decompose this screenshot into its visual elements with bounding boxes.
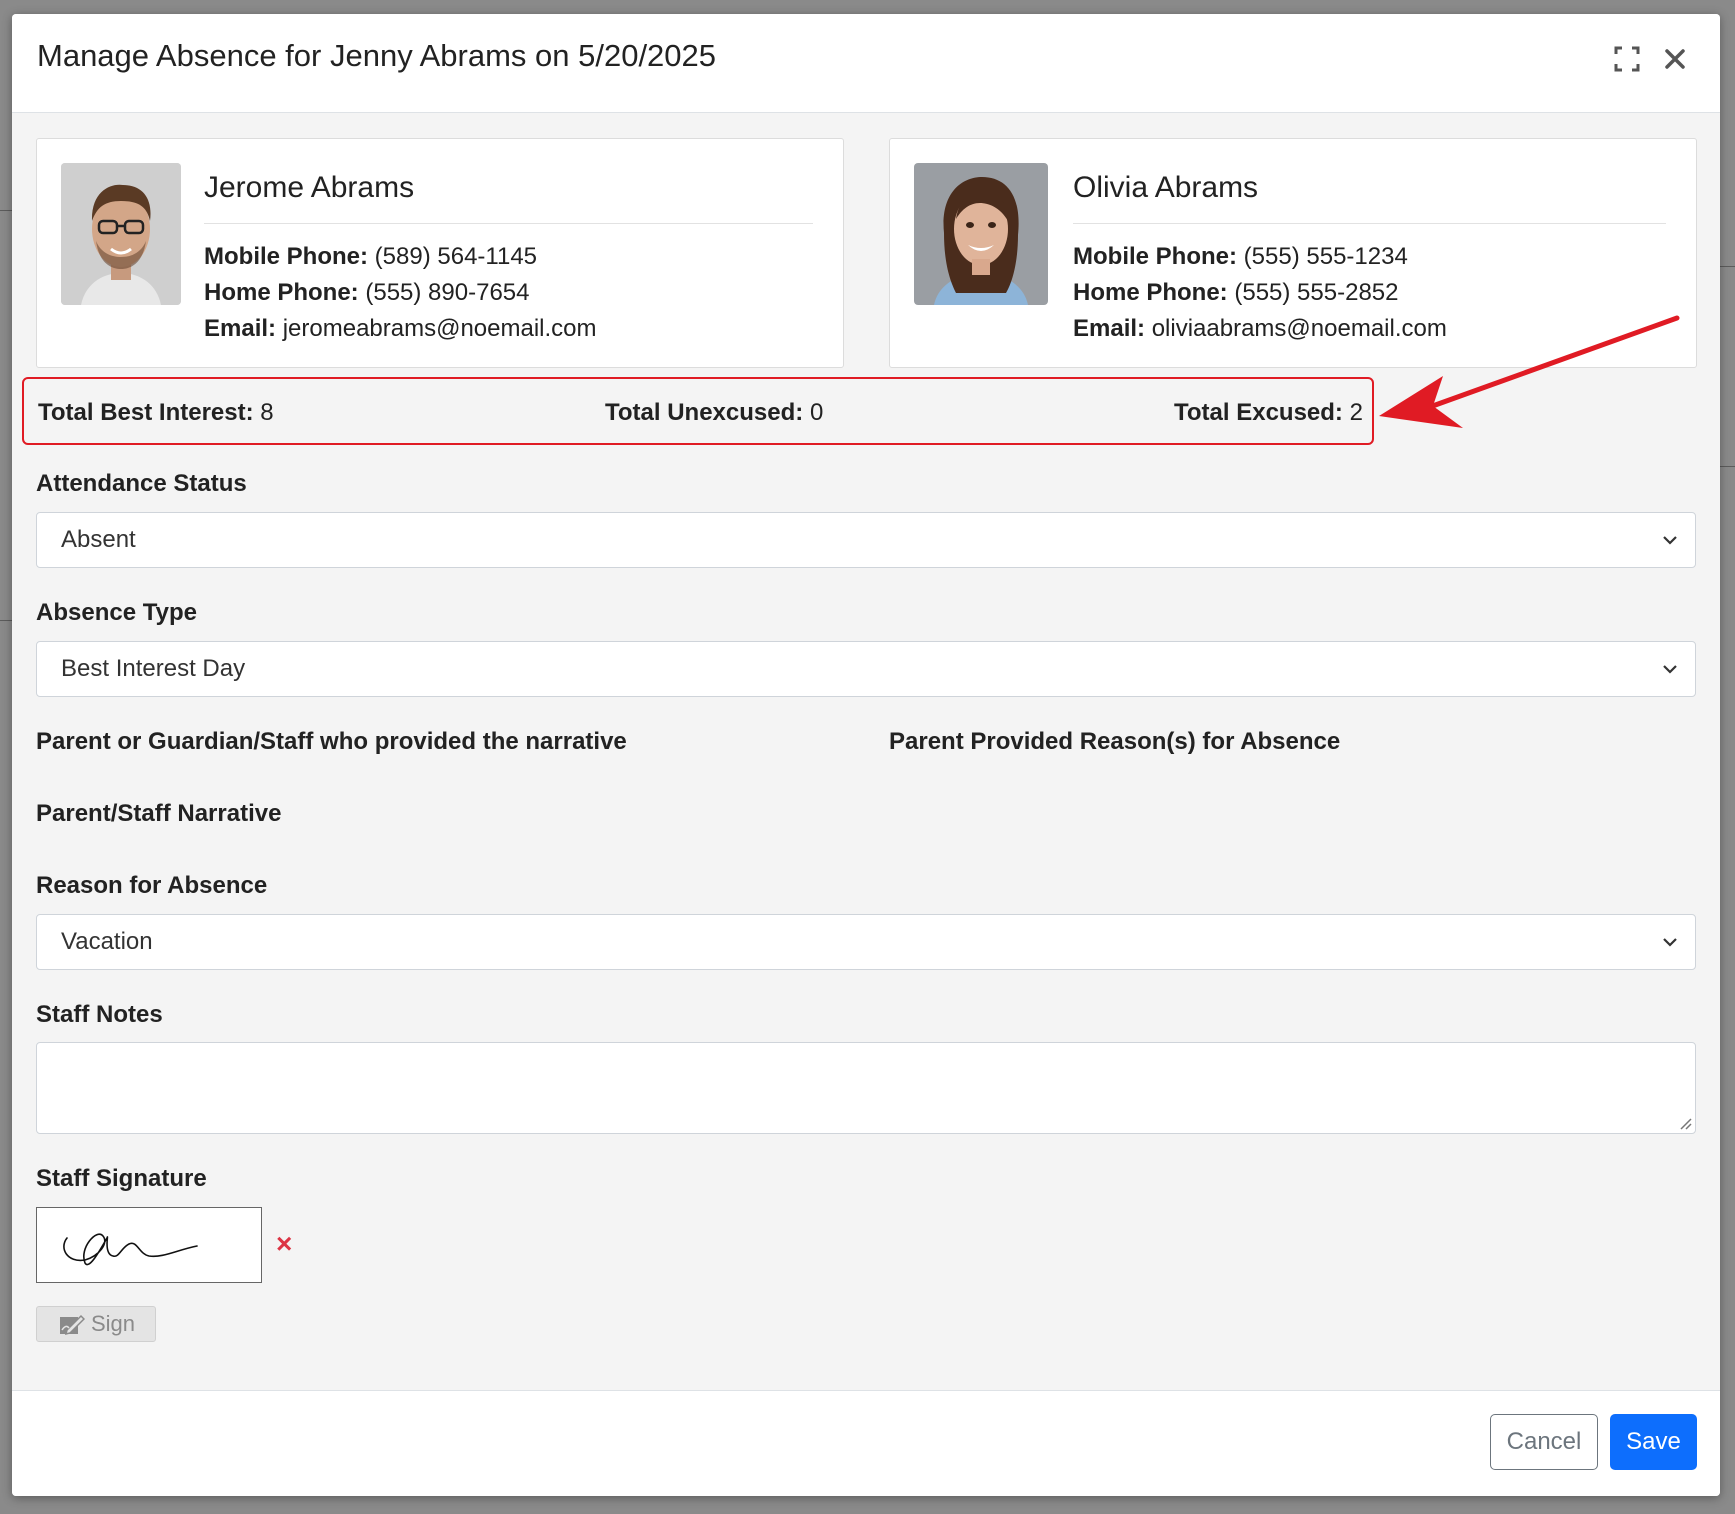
total-excused: Total Excused: 2	[1174, 399, 1363, 427]
mobile-phone-label: Mobile Phone:	[204, 243, 368, 270]
close-icon[interactable]	[1658, 42, 1692, 76]
staff-notes-label: Staff Notes	[36, 1001, 163, 1028]
staff-notes-textarea[interactable]	[36, 1042, 1696, 1134]
sign-button-label: Sign	[91, 1311, 136, 1336]
signature-pad[interactable]	[36, 1207, 262, 1283]
annotation-arrow-icon	[1379, 315, 1680, 428]
signature-icon	[60, 1314, 85, 1336]
reason-for-absence-value: Vacation	[61, 928, 153, 955]
chevron-down-icon	[1663, 665, 1677, 674]
cancel-button[interactable]: Cancel	[1490, 1414, 1598, 1470]
narrative-provider-label: Parent or Guardian/Staff who provided th…	[36, 728, 627, 755]
background-divider	[0, 620, 12, 621]
absence-totals-highlight: Total Best Interest: 8 Total Unexcused: …	[22, 377, 1374, 445]
total-best-interest-value: 8	[260, 399, 274, 426]
save-button[interactable]: Save	[1610, 1414, 1697, 1470]
home-phone-value: (555) 890-7654	[365, 279, 530, 306]
attendance-status-label: Attendance Status	[36, 470, 247, 497]
total-excused-label: Total Excused:	[1174, 399, 1343, 426]
email-label: Email:	[204, 315, 277, 342]
manage-absence-modal: Manage Absence for Jenny Abrams on 5/20/…	[12, 14, 1720, 1496]
background-divider	[1720, 266, 1735, 267]
mobile-phone-row: Mobile Phone: (555) 555-1234	[1073, 239, 1447, 275]
absence-type-label: Absence Type	[36, 599, 197, 626]
total-excused-value: 2	[1349, 399, 1363, 426]
absence-type-value: Best Interest Day	[61, 655, 246, 682]
staff-signature-label: Staff Signature	[36, 1165, 207, 1192]
narrative-label: Parent/Staff Narrative	[36, 800, 282, 827]
fullscreen-icon[interactable]	[1610, 42, 1644, 76]
divider	[1073, 223, 1666, 224]
attendance-status-select[interactable]: Absent	[36, 512, 1696, 568]
total-best-interest-label: Total Best Interest:	[38, 399, 254, 426]
email-row: Email: jeromeabrams@noemail.com	[204, 311, 597, 347]
modal-header: Manage Absence for Jenny Abrams on 5/20/…	[12, 14, 1720, 113]
contact-name: Jerome Abrams	[204, 171, 415, 204]
chevron-down-icon	[1663, 536, 1677, 545]
divider	[204, 223, 813, 224]
contact-name: Olivia Abrams	[1073, 171, 1259, 204]
total-best-interest: Total Best Interest: 8	[38, 399, 274, 427]
total-unexcused-label: Total Unexcused:	[605, 399, 804, 426]
clear-signature-icon[interactable]: ×	[276, 1230, 292, 1258]
signature-image	[63, 1233, 198, 1266]
contact-card: Jerome Abrams Mobile Phone: (589) 564-11…	[36, 138, 844, 368]
chevron-down-icon	[1663, 938, 1677, 947]
resize-handle-icon[interactable]	[1678, 1116, 1692, 1130]
home-phone-value: (555) 555-2852	[1234, 279, 1399, 306]
contact-details: Mobile Phone: (589) 564-1145 Home Phone:…	[204, 239, 597, 347]
reason-for-absence-label: Reason for Absence	[36, 872, 268, 899]
email-label: Email:	[1073, 315, 1146, 342]
mobile-phone-value: (555) 555-1234	[1243, 243, 1408, 270]
reason-for-absence-select[interactable]: Vacation	[36, 914, 1696, 970]
home-phone-label: Home Phone:	[204, 279, 359, 306]
sign-button[interactable]: Sign	[36, 1306, 156, 1342]
mobile-phone-row: Mobile Phone: (589) 564-1145	[204, 239, 597, 275]
avatar	[61, 163, 181, 305]
mobile-phone-label: Mobile Phone:	[1073, 243, 1237, 270]
absence-type-select[interactable]: Best Interest Day	[36, 641, 1696, 697]
total-unexcused-value: 0	[809, 399, 824, 426]
modal-title: Manage Absence for Jenny Abrams on 5/20/…	[37, 38, 717, 73]
background-divider	[0, 210, 12, 211]
home-phone-label: Home Phone:	[1073, 279, 1228, 306]
total-unexcused: Total Unexcused: 0	[605, 399, 823, 427]
modal-footer: Cancel Save	[12, 1390, 1720, 1496]
parent-reasons-label: Parent Provided Reason(s) for Absence	[889, 728, 1341, 755]
avatar	[914, 163, 1048, 305]
attendance-status-value: Absent	[61, 526, 136, 553]
background-divider	[1720, 466, 1735, 467]
email-value: jeromeabrams@noemail.com	[282, 315, 597, 342]
home-phone-row: Home Phone: (555) 890-7654	[204, 275, 597, 311]
mobile-phone-value: (589) 564-1145	[374, 243, 538, 270]
